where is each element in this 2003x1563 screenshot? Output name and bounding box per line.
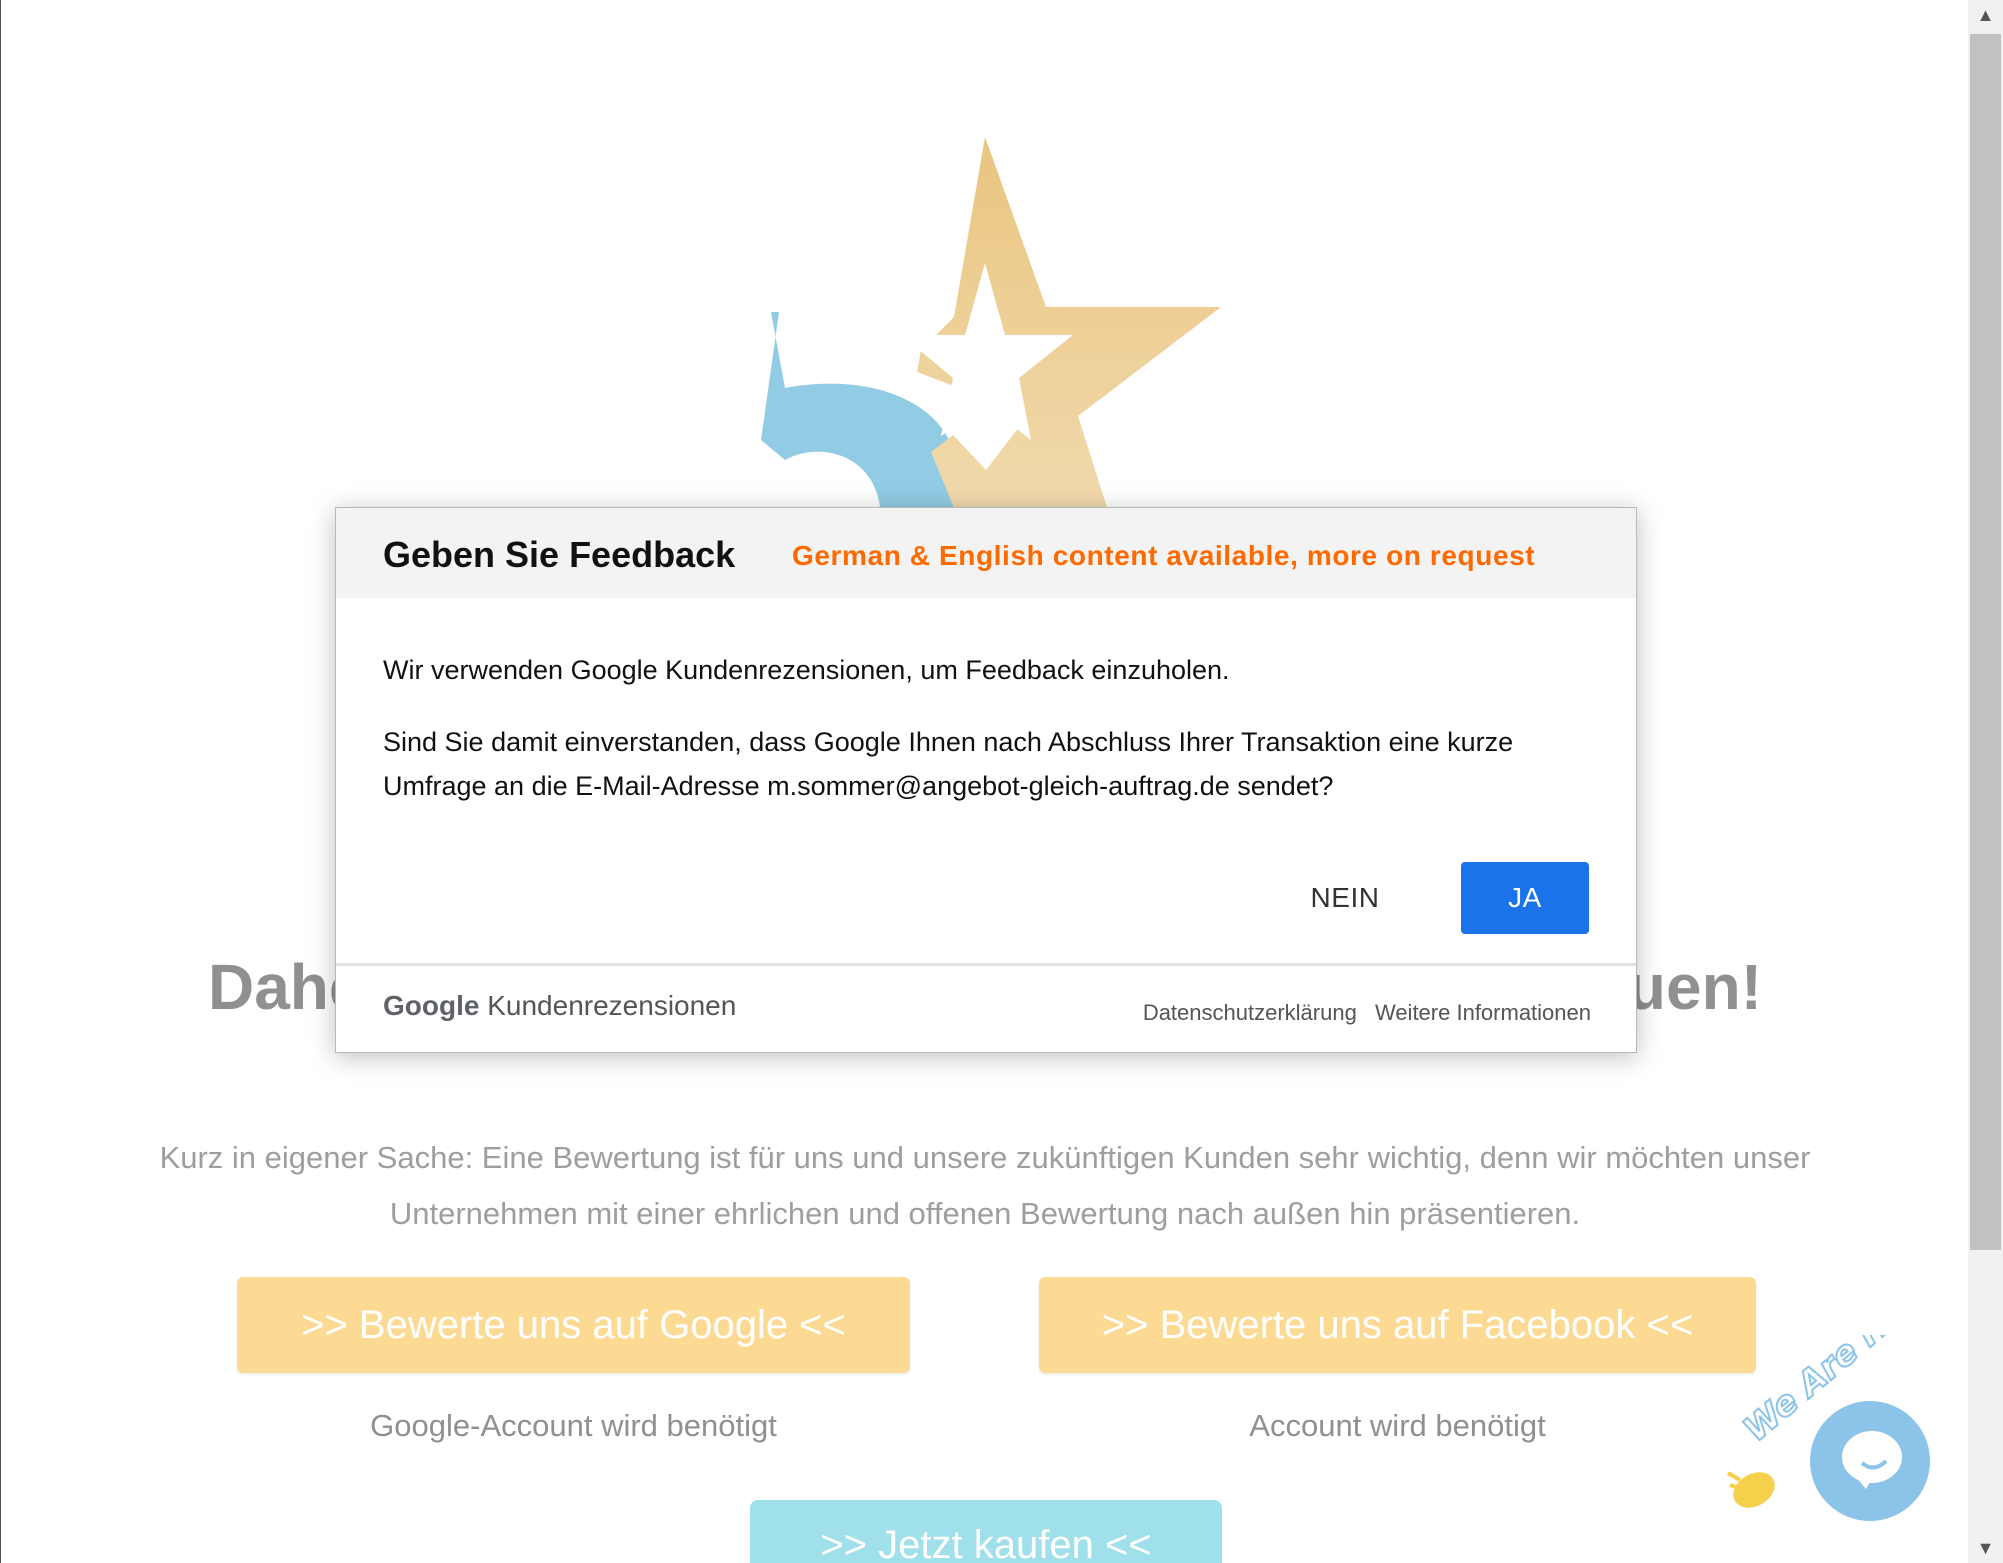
no-button[interactable]: NEIN (1286, 862, 1404, 934)
scroll-thumb[interactable] (1970, 34, 2001, 1250)
waving-hand-icon (1726, 1471, 1775, 1508)
chat-widget[interactable]: We Are Here! (1716, 1335, 1966, 1535)
dialog-footer: Google Kundenrezensionen Datenschutzerkl… (336, 963, 1636, 1052)
privacy-link[interactable]: Datenschutzerklärung (1143, 1000, 1357, 1025)
dialog-header: Geben Sie Feedback German & English cont… (336, 508, 1636, 598)
yes-button[interactable]: JA (1461, 862, 1589, 934)
feedback-dialog: Geben Sie Feedback German & English cont… (335, 507, 1637, 1053)
dialog-title: Geben Sie Feedback (383, 534, 736, 575)
scroll-up-arrow-icon[interactable]: ▲ (1968, 0, 2003, 30)
page: Daher würden wir uns über eine Bewertung… (0, 0, 1968, 1563)
brand-google: Google (383, 990, 480, 1021)
more-info-link[interactable]: Weitere Informationen (1375, 1000, 1591, 1025)
footer-links: Datenschutzerklärung Weitere Information… (1131, 1000, 1591, 1026)
language-note: German & English content available, more… (792, 540, 1536, 571)
dialog-paragraph-1: Wir verwenden Google Kundenrezensionen, … (383, 655, 1230, 685)
google-customer-reviews-brand: Google Kundenrezensionen (383, 990, 736, 1022)
scrollbar[interactable]: ▲ ▼ (1968, 0, 2003, 1563)
scroll-down-arrow-icon[interactable]: ▼ (1968, 1533, 2003, 1563)
dialog-paragraph-2: Sind Sie damit einverstanden, dass Googl… (383, 727, 1514, 801)
dialog-body: Wir verwenden Google Kundenrezensionen, … (383, 648, 1593, 836)
brand-product: Kundenrezensionen (487, 990, 737, 1021)
